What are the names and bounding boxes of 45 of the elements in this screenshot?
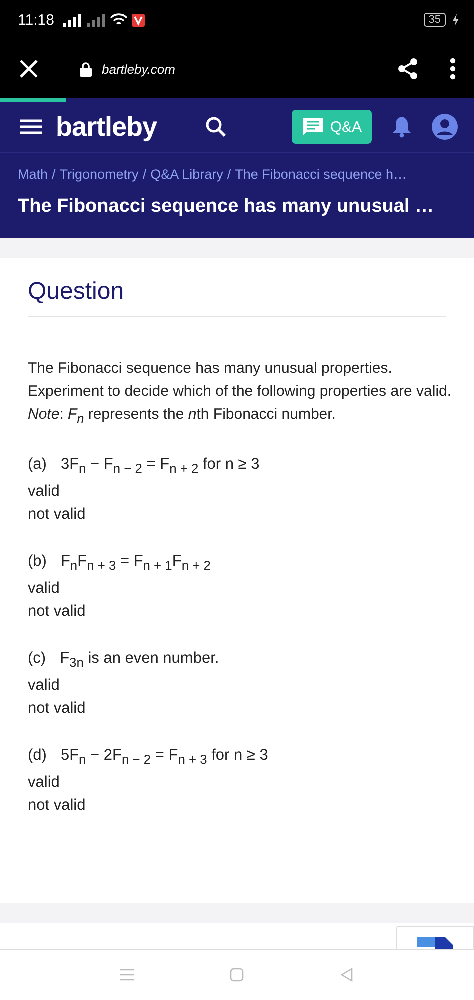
answer-option[interactable]: not valid [28,697,446,720]
breadcrumb-link[interactable]: Q&A Library [150,167,224,182]
app-notification-icon [132,14,146,26]
breadcrumb-separator: / [227,167,232,182]
part-label: (a) [28,455,47,475]
answer-option[interactable]: valid [28,577,446,600]
battery-level: 35 [424,13,446,27]
part-statement: F$_{3n}$ is an even number. [60,649,220,672]
bell-icon[interactable] [392,116,412,138]
more-options-icon[interactable] [450,58,456,80]
question-text: The Fibonacci sequence has many unusual properties. Experiment to decide which of the following properties are valid. Note: F$_{n}$ represents the nth Fibonacci number. [28,359,453,428]
chat-icon [302,117,324,137]
answer-option[interactable]: not valid [28,600,446,624]
close-icon[interactable] [18,58,40,80]
breadcrumb-link[interactable]: Math [18,167,48,182]
wifi-icon [110,13,128,27]
signal-icon [86,13,106,27]
account-icon[interactable] [432,114,458,140]
breadcrumb-separator: / [52,167,56,182]
part-label: (d) [28,746,47,766]
part-label: (b) [28,552,47,572]
recaptcha-logo-icon [415,935,455,949]
url-text[interactable]: bartleby.com [102,62,176,76]
menu-icon[interactable] [20,119,42,135]
answer-option[interactable]: not valid [28,503,446,526]
answer-option[interactable]: valid [28,480,446,504]
question-heading: Question [28,278,126,306]
part-statement: F$_{n}$F$_{n + 3}$ = F$_{n + 1}$F$_{n + 2}$ [60,552,211,576]
answer-option[interactable]: not valid [28,794,446,818]
breadcrumb-link[interactable]: The Fibonacci sequence h… [235,167,407,182]
breadcrumb-link[interactable]: Trigonometry [60,167,139,182]
part-label: (c) [28,649,46,670]
page-title: The Fibonacci sequence has many unusual … [18,196,435,218]
breadcrumb-separator: / [142,167,147,182]
part-statement: 3F$_{n}$ − F$_{n − 2}$ = F$_{n + 2}$ for n ≥ 3 [60,455,260,478]
share-icon[interactable] [396,57,420,81]
status-time: 11:18 [18,12,54,28]
search-icon[interactable] [205,116,228,138]
signal-icon [62,13,82,27]
answer-option[interactable]: valid [28,674,446,698]
site-logo[interactable]: bartleby [56,112,158,142]
answer-option[interactable]: valid [28,771,446,794]
charging-icon [452,14,460,26]
lock-icon [80,62,92,76]
part-statement: 5F$_{n}$ − 2F$_{n − 2}$ = F$_{n + 3}$ for n ≥ 3 [60,746,268,770]
